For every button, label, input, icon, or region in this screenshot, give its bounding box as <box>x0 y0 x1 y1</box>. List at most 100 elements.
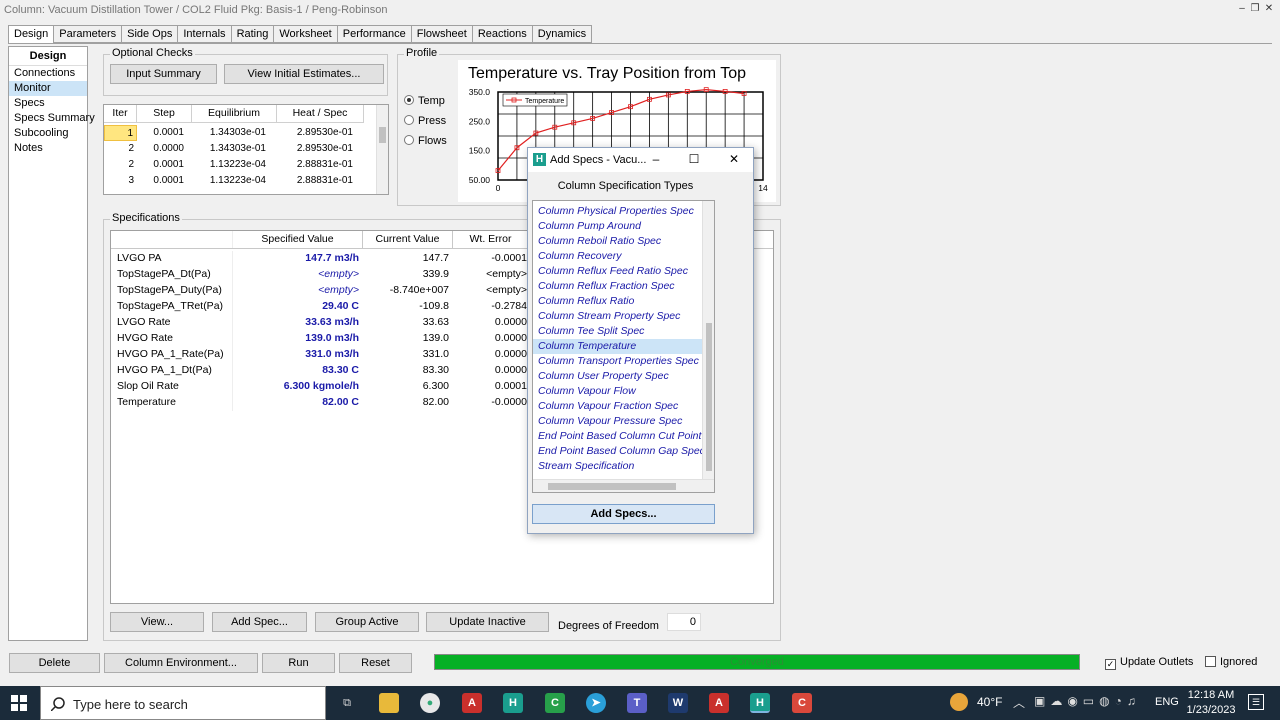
list-item[interactable]: Stream Specification <box>533 459 714 474</box>
spec-wt-error: 0.0000 <box>494 316 527 328</box>
close-icon[interactable]: ✕ <box>1263 3 1275 15</box>
tab-flowsheet[interactable]: Flowsheet <box>411 25 473 43</box>
update-outlets-label: Update Outlets <box>1120 656 1194 668</box>
list-item[interactable]: Column Stream Property Spec <box>533 309 714 324</box>
list-item[interactable]: Column Pump Around <box>533 219 714 234</box>
radio-press[interactable]: Press <box>404 115 446 127</box>
file-explorer-icon[interactable] <box>379 693 399 713</box>
nav-item-specs[interactable]: Specs <box>9 96 87 111</box>
add-spec-button[interactable]: Add Spec... <box>212 612 307 632</box>
list-item[interactable]: Column Vapour Fraction Spec <box>533 399 714 414</box>
nav-item-subcooling[interactable]: Subcooling <box>9 126 87 141</box>
list-item[interactable]: Column User Property Spec <box>533 369 714 384</box>
notification-icon[interactable]: ☰ <box>1248 694 1264 710</box>
list-item[interactable]: Column Reflux Feed Ratio Spec <box>533 264 714 279</box>
spec-specified-value[interactable]: <empty> <box>233 267 363 283</box>
reset-button[interactable]: Reset <box>339 653 412 673</box>
tray-icons[interactable]: ▣☁◉▭◍◔♫ <box>1034 694 1141 708</box>
view-button[interactable]: View... <box>110 612 204 632</box>
minimize-icon[interactable]: – <box>1236 3 1248 15</box>
webex-icon[interactable]: W <box>668 693 688 713</box>
hysys-icon[interactable]: H <box>503 693 523 713</box>
spec-specified-value[interactable]: 29.40 C <box>233 299 363 315</box>
acrobat-reader-icon[interactable]: A <box>709 693 729 713</box>
list-vertical-scrollbar[interactable] <box>702 201 714 480</box>
clock-time[interactable]: 12:18 AM <box>1186 689 1236 701</box>
list-item[interactable]: End Point Based Column Cut Point Sp <box>533 429 714 444</box>
camtasia-recorder-icon[interactable]: C <box>792 693 812 713</box>
view-initial-estimates-button[interactable]: View Initial Estimates... <box>224 64 384 84</box>
input-summary-button[interactable]: Input Summary <box>110 64 217 84</box>
list-item[interactable]: Column Tee Split Spec <box>533 324 714 339</box>
weather-icon[interactable] <box>950 693 968 711</box>
table-row: 2 0.0000 1.34303e-01 2.89530e-01 <box>104 141 388 157</box>
tab-reactions[interactable]: Reactions <box>472 25 533 43</box>
list-item[interactable]: Column Temperature <box>533 339 714 354</box>
column-environment-button[interactable]: Column Environment... <box>104 653 258 673</box>
dialog-minimize-icon[interactable]: – <box>649 152 663 166</box>
tab-performance[interactable]: Performance <box>337 25 412 43</box>
spec-specified-value[interactable]: 331.0 m3/h <box>233 347 363 363</box>
list-item[interactable]: Column Reflux Ratio <box>533 294 714 309</box>
spec-specified-value[interactable]: 82.00 C <box>233 395 363 411</box>
radio-temp[interactable]: Temp <box>404 95 445 107</box>
iteration-table-scrollbar[interactable] <box>376 105 388 194</box>
list-item[interactable]: Column Recovery <box>533 249 714 264</box>
iter-cell: 3 <box>128 175 134 186</box>
scrollbar-thumb[interactable] <box>706 323 712 471</box>
delete-button[interactable]: Delete <box>9 653 100 673</box>
list-item[interactable]: Column Vapour Flow <box>533 384 714 399</box>
design-nav: Design Connections Monitor Specs Specs S… <box>8 46 95 641</box>
tab-side-ops[interactable]: Side Ops <box>122 25 179 43</box>
scrollbar-thumb[interactable] <box>379 127 386 143</box>
teams-icon[interactable]: T <box>627 693 647 713</box>
tray-chevron-icon[interactable]: ︿ <box>1013 694 1025 711</box>
tab-parameters[interactable]: Parameters <box>54 25 123 43</box>
scrollbar-thumb[interactable] <box>548 483 676 490</box>
tab-rating[interactable]: Rating <box>231 25 275 43</box>
tab-design[interactable]: Design <box>8 25 55 44</box>
list-item[interactable]: Column Reboil Ratio Spec <box>533 234 714 249</box>
tab-internals[interactable]: Internals <box>178 25 232 43</box>
nav-item-specs-summary[interactable]: Specs Summary <box>9 111 95 126</box>
list-item[interactable]: Column Transport Properties Spec <box>533 354 714 369</box>
nav-item-notes[interactable]: Notes <box>9 141 87 156</box>
spec-types-list[interactable]: Column Physical Properties Spec Column Pu… <box>532 200 715 493</box>
spec-specified-value[interactable]: <empty> <box>233 283 363 299</box>
spec-specified-value[interactable]: 6.300 kgmole/h <box>233 379 363 395</box>
camtasia-icon[interactable]: C <box>545 693 565 713</box>
chrome-icon[interactable]: ● <box>420 693 440 713</box>
acrobat-icon[interactable]: A <box>462 693 482 713</box>
spec-specified-value[interactable]: 147.7 m3/h <box>233 251 363 267</box>
spec-specified-value[interactable]: 83.30 C <box>233 363 363 379</box>
list-horizontal-scrollbar[interactable] <box>533 479 714 492</box>
taskbar-search[interactable]: Type here to search <box>40 686 326 720</box>
radio-flows[interactable]: Flows <box>404 135 447 147</box>
update-outlets-checkbox[interactable]: ✓ Update Outlets <box>1105 656 1193 670</box>
tab-dynamics[interactable]: Dynamics <box>532 25 593 43</box>
update-inactive-button[interactable]: Update Inactive <box>426 612 549 632</box>
nav-item-connections[interactable]: Connections <box>9 66 87 81</box>
group-active-button[interactable]: Group Active <box>315 612 419 632</box>
ignored-checkbox[interactable]: Ignored <box>1205 656 1257 668</box>
hysys-active-icon[interactable]: H <box>750 693 770 713</box>
task-view-icon[interactable]: ⧉ <box>337 693 357 713</box>
spec-specified-value[interactable]: 33.63 m3/h <box>233 315 363 331</box>
spec-specified-value[interactable]: 139.0 m3/h <box>233 331 363 347</box>
clock-date[interactable]: 1/23/2023 <box>1184 704 1238 716</box>
add-specs-button[interactable]: Add Specs... <box>532 504 715 524</box>
list-item[interactable]: Column Reflux Fraction Spec <box>533 279 714 294</box>
dialog-close-icon[interactable]: ✕ <box>727 152 741 166</box>
list-item[interactable]: Column Vapour Pressure Spec <box>533 414 714 429</box>
windows-start-icon[interactable] <box>11 695 27 711</box>
telegram-icon[interactable]: ➤ <box>586 693 606 713</box>
dialog-maximize-icon[interactable]: ☐ <box>687 152 701 166</box>
spec-name: Temperature <box>111 395 233 411</box>
tab-worksheet[interactable]: Worksheet <box>274 25 338 43</box>
list-item[interactable]: End Point Based Column Gap Spec <box>533 444 714 459</box>
language-indicator[interactable]: ENG <box>1155 696 1179 708</box>
run-button[interactable]: Run <box>262 653 335 673</box>
nav-item-monitor[interactable]: Monitor <box>9 81 87 96</box>
list-item[interactable]: Column Physical Properties Spec <box>533 204 714 219</box>
restore-icon[interactable]: ❐ <box>1249 3 1261 15</box>
